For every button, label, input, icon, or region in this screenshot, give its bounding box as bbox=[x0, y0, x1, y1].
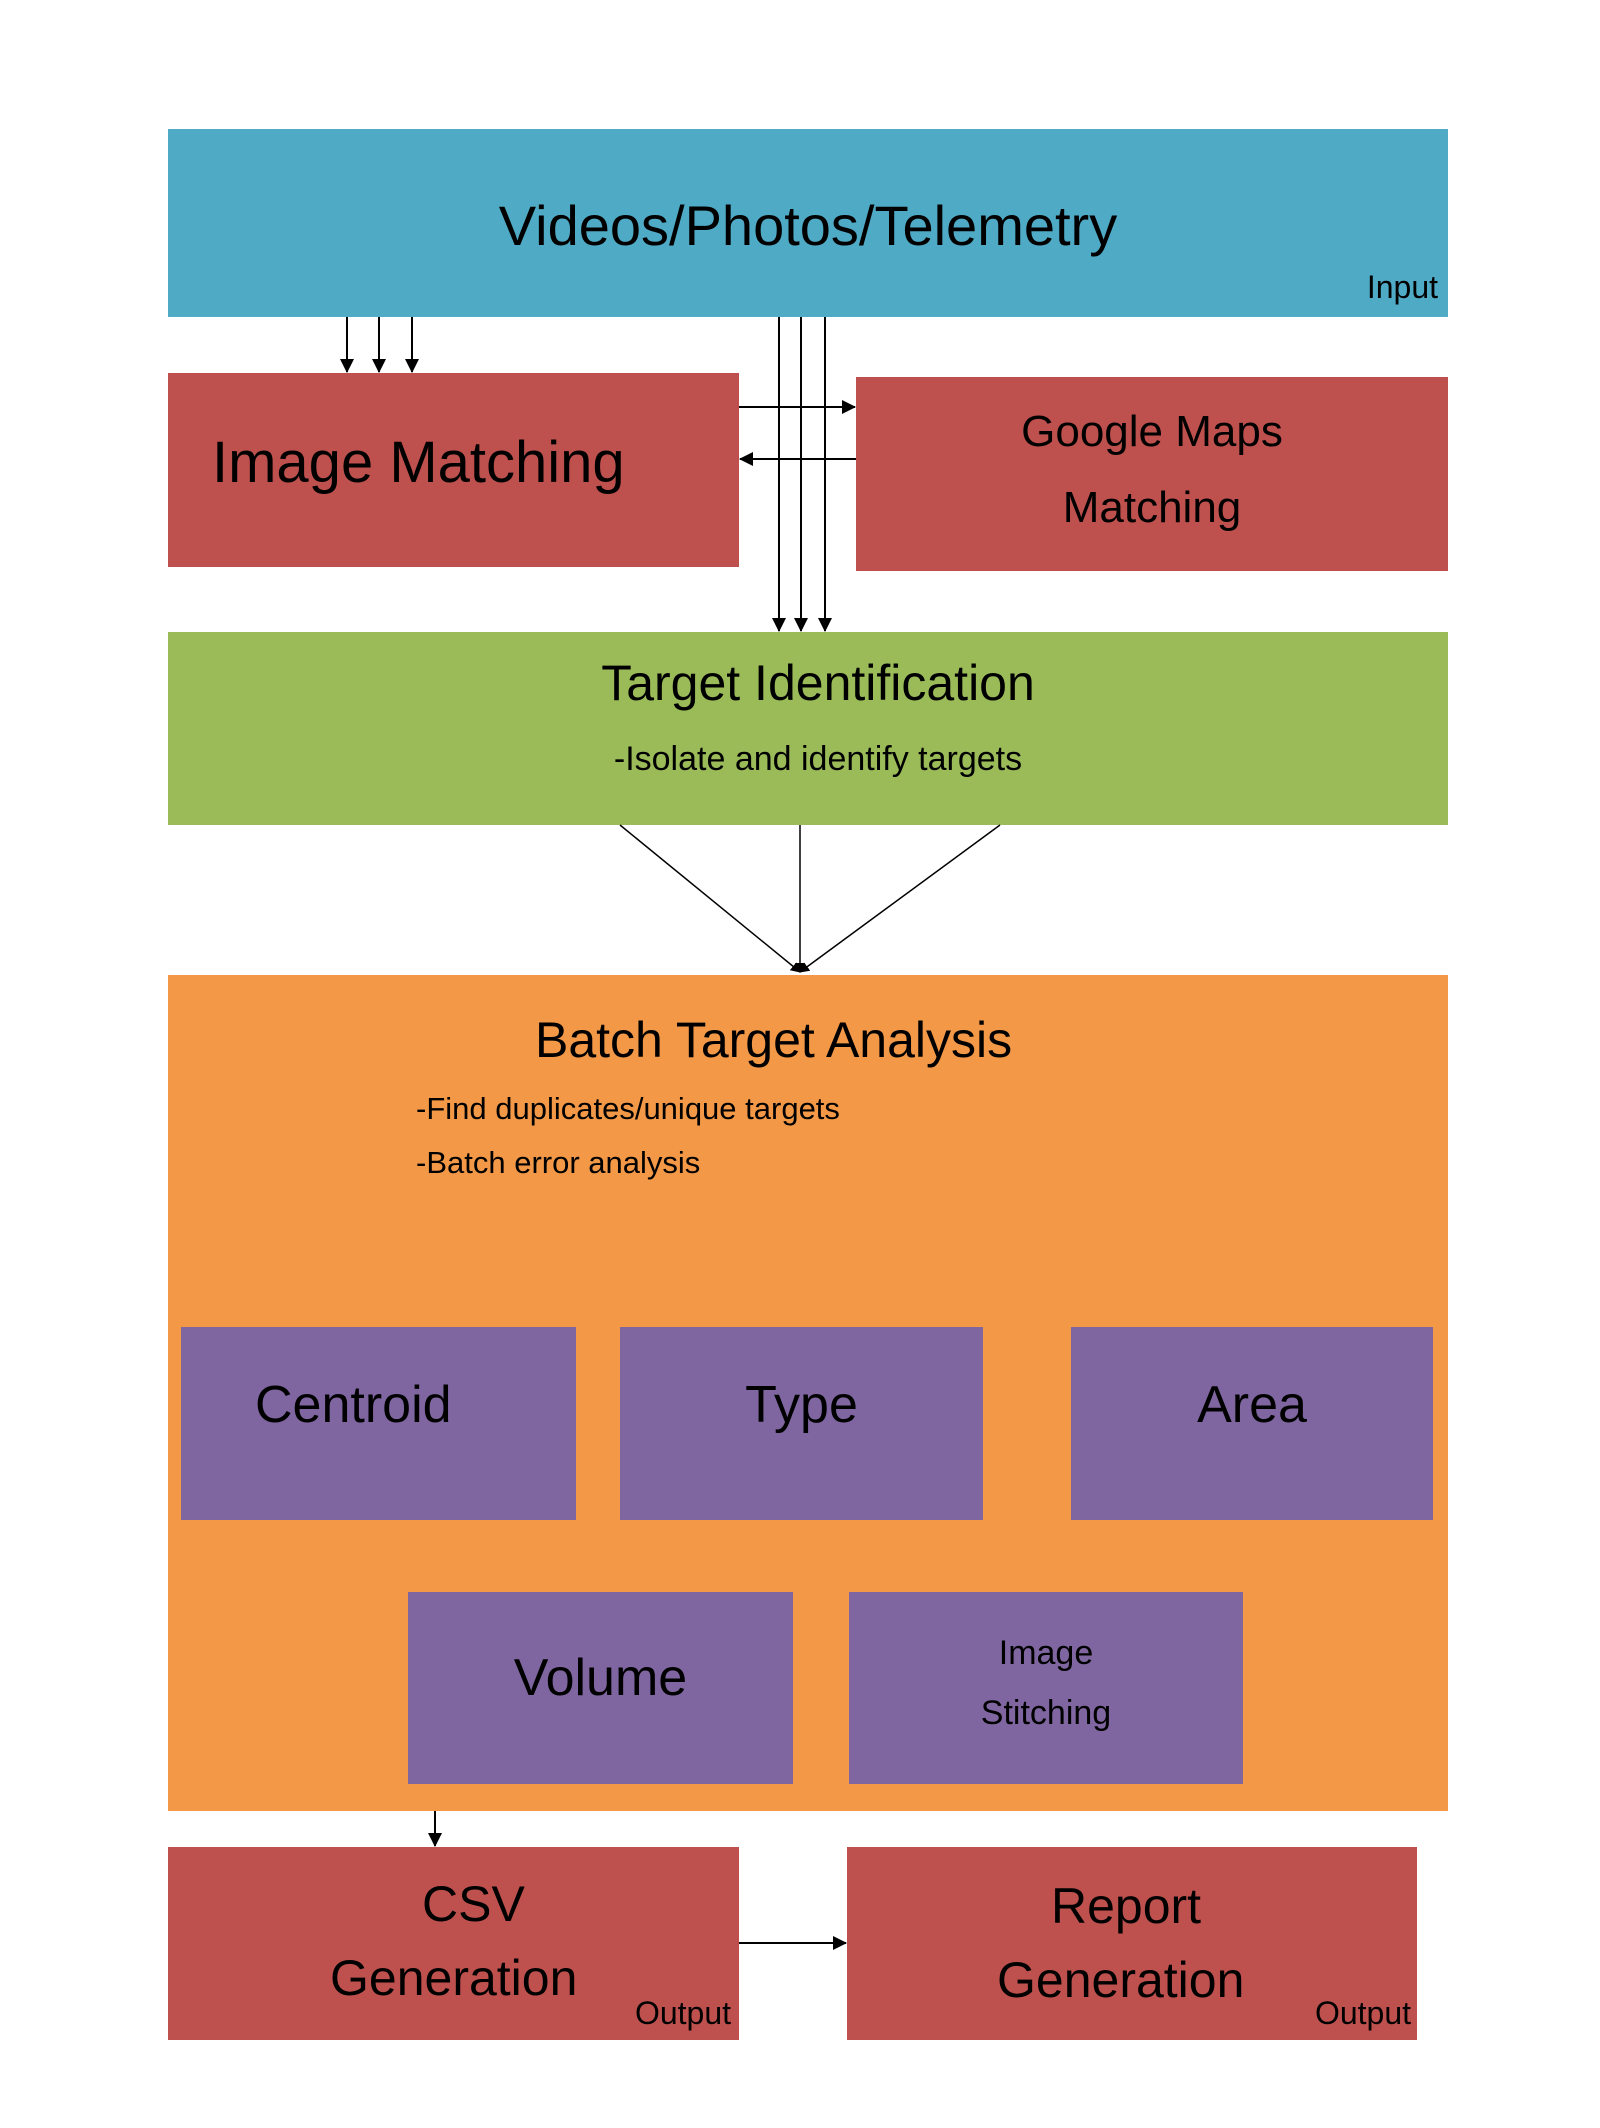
report-generation-box: Report Generation Output bbox=[847, 1847, 1417, 2040]
arrow-identification-to-batch bbox=[799, 824, 1001, 973]
report-line2: Generation bbox=[997, 1952, 1245, 2008]
input-tag: Input bbox=[1366, 269, 1438, 305]
batch-analysis-bullet: -Batch error analysis bbox=[416, 1145, 701, 1180]
google-maps-line1: Google Maps bbox=[1021, 407, 1283, 456]
target-identification-title: Target Identification bbox=[601, 655, 1035, 711]
batch-analysis-bullet: -Find duplicates/unique targets bbox=[416, 1091, 840, 1126]
report-tag: Output bbox=[1314, 1995, 1411, 2031]
module-area: Area bbox=[1071, 1327, 1433, 1520]
target-identification-box: Target Identification -Isolate and ident… bbox=[168, 632, 1448, 825]
input-box: Videos/Photos/Telemetry Input bbox=[168, 129, 1448, 317]
csv-line2: Generation bbox=[330, 1950, 578, 2006]
csv-tag: Output bbox=[634, 1995, 731, 2031]
module-label: Volume bbox=[513, 1649, 688, 1707]
image-matching-title: Image Matching bbox=[212, 430, 625, 495]
module-label: Centroid bbox=[255, 1376, 452, 1434]
google-maps-box: Google Maps Matching bbox=[856, 377, 1448, 571]
module-type: Type bbox=[620, 1327, 983, 1520]
input-title: Videos/Photos/Telemetry bbox=[498, 194, 1118, 257]
csv-line1: CSV bbox=[422, 1876, 525, 1932]
image-matching-box: Image Matching bbox=[168, 373, 739, 567]
module-label: Type bbox=[745, 1376, 858, 1434]
report-line1: Report bbox=[1051, 1878, 1202, 1934]
module-label: Area bbox=[1197, 1376, 1307, 1434]
google-maps-line2: Matching bbox=[1062, 483, 1242, 532]
module-label-line2: Stitching bbox=[980, 1694, 1112, 1732]
batch-analysis-title: Batch Target Analysis bbox=[535, 1012, 1013, 1068]
module-label-line1: Image bbox=[998, 1634, 1094, 1672]
module-volume: Volume bbox=[408, 1592, 793, 1784]
module-image-stitching: Image Stitching bbox=[849, 1592, 1243, 1784]
module-centroid: Centroid bbox=[181, 1327, 576, 1520]
arrow-identification-to-batch bbox=[619, 824, 801, 973]
target-identification-bullet: -Isolate and identify targets bbox=[613, 740, 1023, 778]
csv-generation-box: CSV Generation Output bbox=[168, 1847, 739, 2040]
